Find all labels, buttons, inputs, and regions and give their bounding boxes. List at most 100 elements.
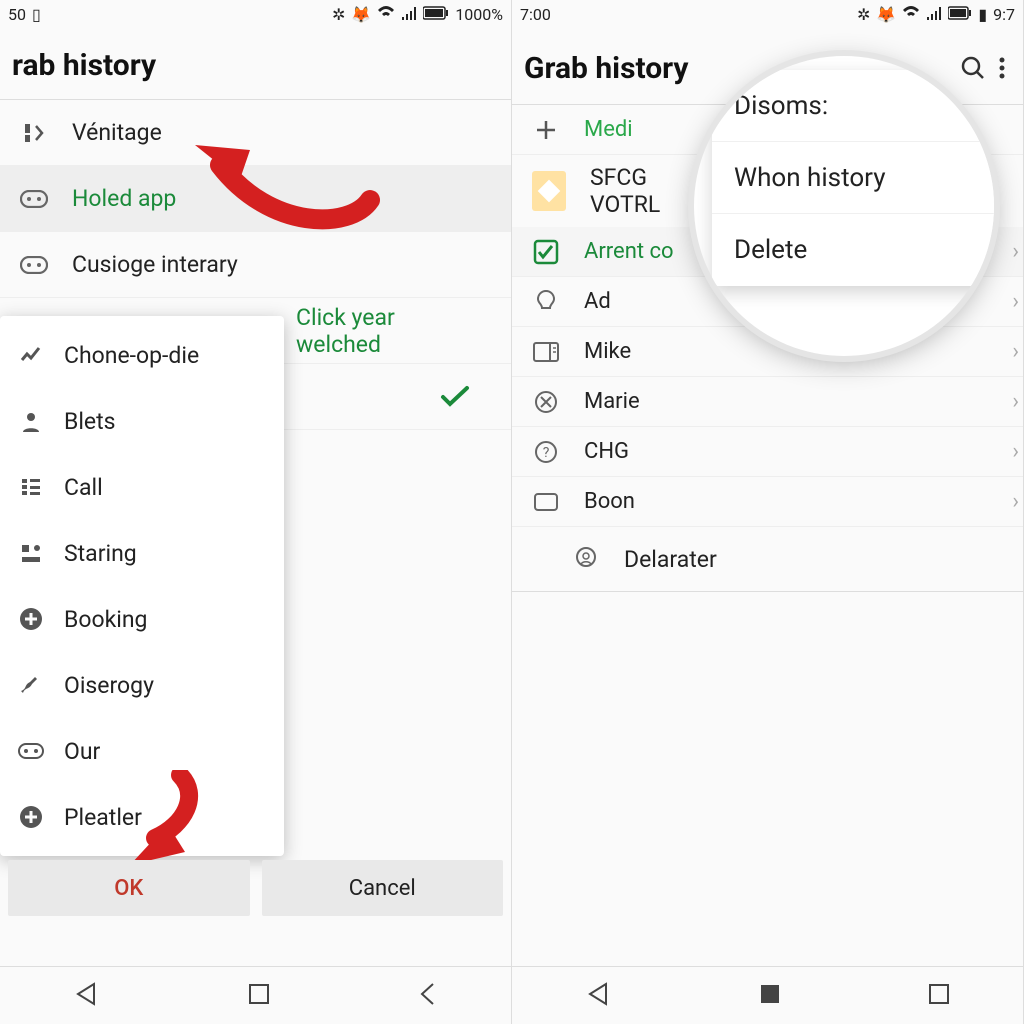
bug-icon: ✲ bbox=[857, 5, 870, 24]
row-label: Delarater bbox=[624, 546, 717, 573]
page-title: rab history bbox=[12, 48, 156, 83]
signal-icon bbox=[926, 5, 942, 24]
drop-label: Our bbox=[64, 738, 100, 765]
row-delarater[interactable]: Delarater bbox=[512, 527, 1023, 591]
status-time: 50 bbox=[8, 5, 26, 24]
drop-label: Staring bbox=[64, 540, 137, 567]
person-icon bbox=[18, 408, 44, 434]
chevron-icon: › bbox=[1012, 389, 1019, 414]
home-icon[interactable] bbox=[759, 983, 781, 1009]
menu-button[interactable] bbox=[993, 48, 1011, 88]
row-marie[interactable]: Marie › bbox=[512, 377, 1023, 427]
bulb-icon bbox=[532, 288, 560, 316]
status-bar: 7:00 ✲ 🦊 ▮ 9:7 bbox=[512, 0, 1023, 28]
drop-label: Booking bbox=[64, 606, 147, 633]
back-icon[interactable] bbox=[586, 981, 612, 1011]
hint-row: Click year welched bbox=[284, 298, 511, 364]
ok-button[interactable]: OK bbox=[8, 860, 250, 916]
row-venitage[interactable]: Vénitage bbox=[0, 100, 511, 166]
drop-label: Chone-op-die bbox=[64, 342, 199, 369]
drop-staring[interactable]: Staring bbox=[0, 520, 284, 586]
drop-pleatler[interactable]: Pleatler bbox=[0, 784, 284, 850]
menu-delete[interactable]: Delete bbox=[712, 214, 994, 286]
plus-icon bbox=[532, 116, 560, 144]
title-bar: rab history bbox=[0, 28, 511, 99]
fox-icon: 🦊 bbox=[876, 5, 896, 24]
row-label: Holed app bbox=[72, 185, 507, 212]
menu-label: Whon history bbox=[734, 163, 886, 193]
row-label: Vénitage bbox=[72, 119, 507, 146]
recent-icon[interactable] bbox=[928, 983, 950, 1009]
battery-icon bbox=[948, 5, 972, 24]
page-title: Grab history bbox=[524, 51, 689, 86]
cancel-label: Cancel bbox=[349, 876, 416, 901]
drop-label: Oiserogy bbox=[64, 672, 154, 699]
home-icon[interactable] bbox=[248, 983, 270, 1009]
row-label: CHG bbox=[584, 439, 988, 464]
chevron-icon: › bbox=[1012, 439, 1019, 464]
wifi-icon bbox=[377, 5, 395, 24]
dialog-buttons: OK Cancel bbox=[0, 860, 511, 916]
ok-label: OK bbox=[114, 876, 143, 901]
thumb-icon bbox=[532, 171, 566, 211]
row-boon[interactable]: Boon › bbox=[512, 477, 1023, 527]
recent-icon[interactable] bbox=[419, 981, 437, 1011]
context-menu: Disoms: Whon history Delete bbox=[712, 70, 994, 286]
list-icon bbox=[18, 474, 44, 500]
row-chg[interactable]: ? CHG › bbox=[512, 427, 1023, 477]
status-bar: 50 ▯ ✲ 🦊 1000% bbox=[0, 0, 511, 28]
eye-icon bbox=[20, 185, 48, 213]
menu-label: Disoms: bbox=[734, 91, 828, 121]
plus-circle2-icon bbox=[18, 804, 44, 830]
card-icon bbox=[532, 338, 560, 366]
drop-blets[interactable]: Blets bbox=[0, 388, 284, 454]
battery-label: 1000% bbox=[455, 5, 503, 24]
drop-label: Call bbox=[64, 474, 103, 501]
drop-booking[interactable]: Booking bbox=[0, 586, 284, 652]
drop-chone[interactable]: Chone-op-die bbox=[0, 322, 284, 388]
hint-label: Click year welched bbox=[296, 304, 471, 358]
system-navbar bbox=[0, 966, 511, 1024]
chevron-icon: › bbox=[1012, 239, 1019, 264]
bug-icon: ✲ bbox=[332, 5, 345, 24]
menu-disoms[interactable]: Disoms: bbox=[712, 70, 994, 142]
chevron-icon: › bbox=[1012, 489, 1019, 514]
fox-icon: 🦊 bbox=[351, 5, 371, 24]
drop-label: Pleatler bbox=[64, 804, 142, 831]
battery-icon bbox=[423, 5, 449, 24]
filter-dropdown: Chone-op-die Blets Call Staring Booking … bbox=[0, 316, 284, 856]
drop-label: Blets bbox=[64, 408, 116, 435]
drop-our[interactable]: Our bbox=[0, 718, 284, 784]
plus-circle-icon bbox=[18, 606, 44, 632]
dots-icon bbox=[18, 738, 44, 764]
wifi-icon bbox=[902, 5, 920, 24]
back-icon[interactable] bbox=[74, 981, 100, 1011]
row-holed-app[interactable]: Holed app bbox=[0, 166, 511, 232]
svg-text:?: ? bbox=[543, 445, 550, 461]
status-time: 7:00 bbox=[520, 5, 551, 24]
row-label: Cusioge interary bbox=[72, 251, 507, 278]
signal-icon bbox=[401, 5, 417, 24]
row-cusioge[interactable]: Cusioge interary bbox=[0, 232, 511, 298]
chevron-icon: › bbox=[1012, 339, 1019, 364]
check-row bbox=[284, 364, 511, 430]
brush-icon bbox=[18, 672, 44, 698]
row-label: Boon bbox=[584, 489, 988, 514]
menu-label: Delete bbox=[734, 235, 807, 265]
venitage-icon bbox=[20, 119, 48, 147]
charge-icon: ▮ bbox=[978, 5, 987, 24]
checkbox-icon bbox=[532, 238, 560, 266]
trend-icon bbox=[18, 342, 44, 368]
system-navbar bbox=[512, 966, 1023, 1024]
help-icon: ? bbox=[532, 438, 560, 466]
drop-oiserogy[interactable]: Oiserogy bbox=[0, 652, 284, 718]
share-icon bbox=[18, 540, 44, 566]
rect-icon bbox=[532, 488, 560, 516]
head-icon bbox=[572, 545, 600, 573]
magnifier-overlay: Disoms: Whon history Delete bbox=[694, 56, 994, 356]
x-circle-icon bbox=[532, 388, 560, 416]
cancel-button[interactable]: Cancel bbox=[262, 860, 504, 916]
menu-whon-history[interactable]: Whon history bbox=[712, 142, 994, 214]
app-icon: ▯ bbox=[32, 5, 41, 24]
drop-call[interactable]: Call bbox=[0, 454, 284, 520]
